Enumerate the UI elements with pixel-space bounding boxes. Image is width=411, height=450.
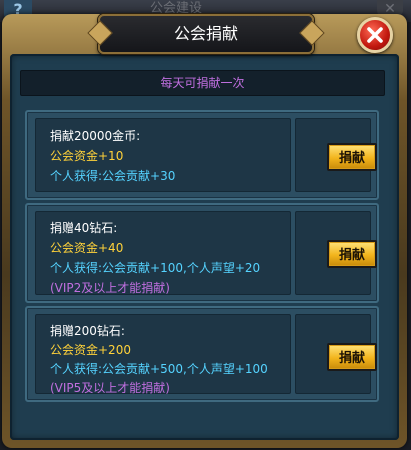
option-vip-requirement: (VIP5及以上才能捐献) [50, 381, 170, 395]
option-button-panel: 捐献 [295, 211, 377, 295]
option-title: 捐献20000金币: [50, 129, 141, 143]
donation-option-200-diamond: 捐赠200钻石: 公会资金+200 个人获得:公会贡献+500,个人声望+100… [25, 306, 379, 402]
daily-notice: 每天可捐献一次 [20, 70, 385, 96]
option-button-panel: 捐献 [295, 118, 377, 192]
option-personal-reward: 个人获得:公会贡献+30 [50, 169, 176, 183]
dialog-title-banner: 公会捐献 [98, 14, 314, 54]
option-title: 捐赠200钻石: [50, 324, 125, 338]
donation-option-40-diamond: 捐赠40钻石: 公会资金+40 个人获得:公会贡献+100,个人声望+20 (V… [25, 203, 379, 303]
option-title: 捐赠40钻石: [50, 221, 118, 235]
close-button[interactable] [357, 17, 393, 53]
donate-button[interactable]: 捐献 [327, 240, 377, 268]
option-info-panel: 捐献20000金币: 公会资金+10 个人获得:公会贡献+30 [35, 118, 291, 192]
donate-button[interactable]: 捐献 [327, 143, 377, 171]
donation-option-gold: 捐献20000金币: 公会资金+10 个人获得:公会贡献+30 捐献 [25, 110, 379, 200]
option-guild-fund: 公会资金+10 [50, 149, 124, 163]
option-vip-requirement: (VIP2及以上才能捐献) [50, 281, 170, 295]
close-icon [367, 27, 383, 43]
option-info-panel: 捐赠40钻石: 公会资金+40 个人获得:公会贡献+100,个人声望+20 (V… [35, 211, 291, 295]
option-info-panel: 捐赠200钻石: 公会资金+200 个人获得:公会贡献+500,个人声望+100… [35, 314, 291, 395]
option-guild-fund: 公会资金+200 [50, 343, 131, 357]
dialog-title: 公会捐献 [173, 24, 238, 43]
option-personal-reward: 个人获得:公会贡献+100,个人声望+20 [50, 261, 261, 275]
option-guild-fund: 公会资金+40 [50, 241, 124, 255]
option-personal-reward: 个人获得:公会贡献+500,个人声望+100 [50, 362, 268, 376]
option-button-panel: 捐献 [295, 314, 377, 394]
donate-button[interactable]: 捐献 [327, 343, 377, 371]
